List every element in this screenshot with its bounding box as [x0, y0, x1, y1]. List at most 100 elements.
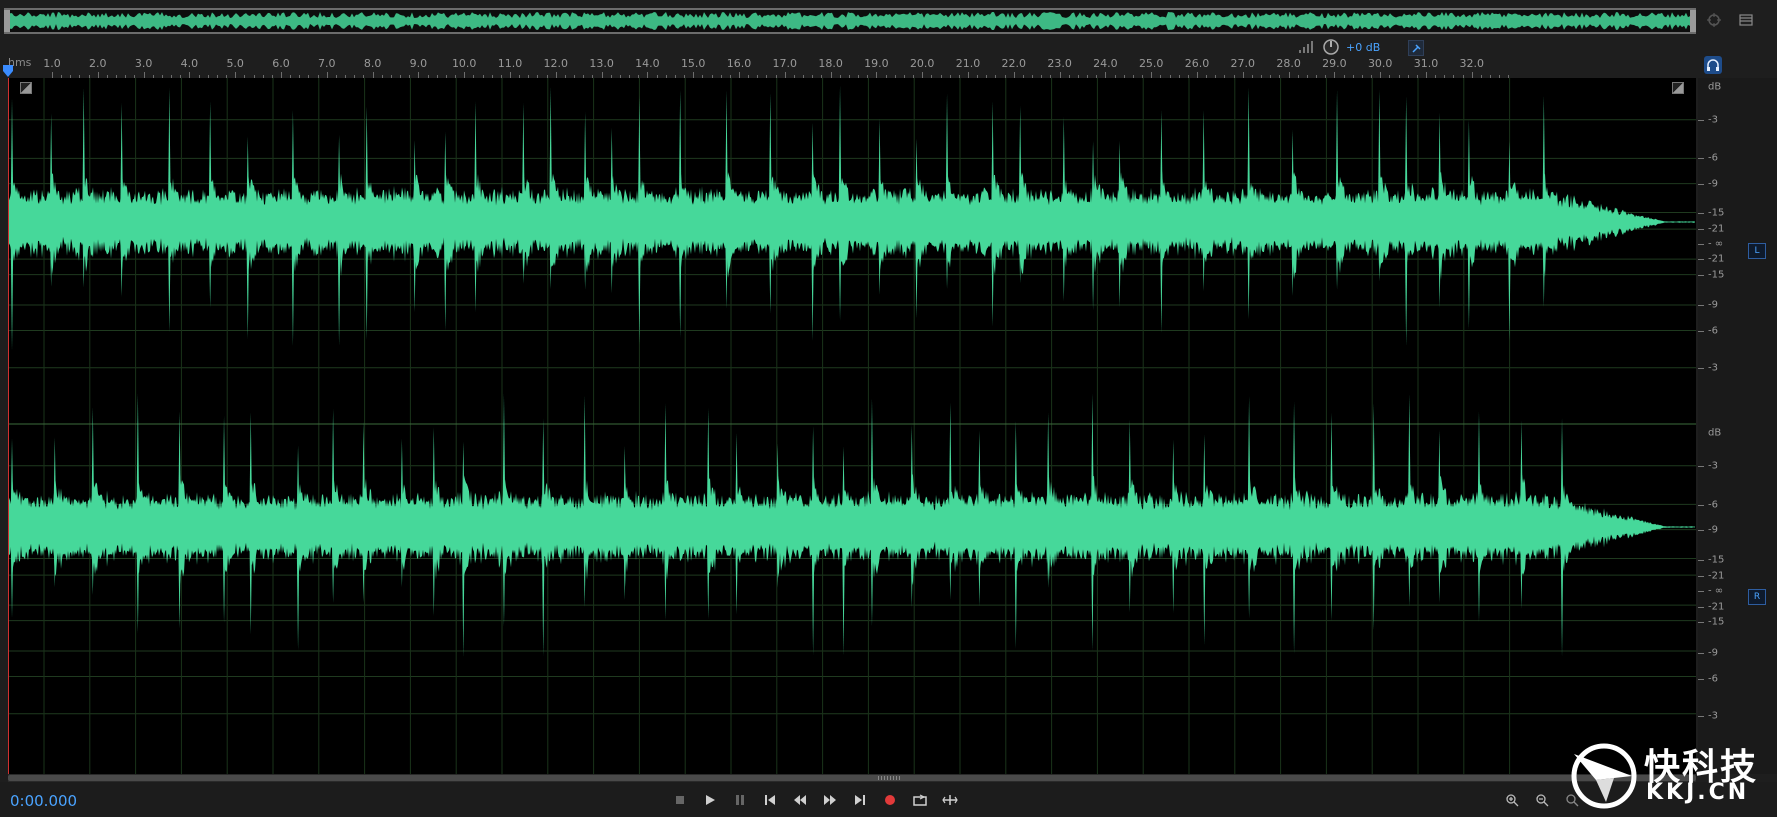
playhead-marker-icon[interactable]	[2, 64, 14, 78]
left-db-tick	[1698, 330, 1704, 332]
go-to-end-button[interactable]	[848, 788, 872, 812]
transport-controls	[668, 788, 962, 812]
ruler-tick-label: 16.0	[726, 57, 752, 70]
ruler-tick-label: 1.0	[43, 57, 61, 70]
pause-button[interactable]	[728, 788, 752, 812]
right-channel-transient-spike	[1477, 411, 1481, 622]
overview-right-handle[interactable]	[1690, 10, 1696, 32]
overview-left-handle[interactable]	[4, 10, 10, 32]
right-db-tick	[1698, 716, 1704, 718]
waveform-editor[interactable]	[8, 78, 1696, 774]
zoom-in-amplitude-icon	[1506, 794, 1519, 807]
right-db-tick	[1698, 678, 1704, 680]
right-channel-badge[interactable]: R	[1748, 589, 1766, 605]
play-button[interactable]	[698, 788, 722, 812]
go-to-start-button[interactable]	[758, 788, 782, 812]
current-time-display[interactable]: 0:00.000	[10, 792, 77, 810]
ruler-tick-label: 20.0	[909, 57, 935, 70]
left-channel-transient-spike	[120, 102, 124, 297]
watermark-logo: 快科技 KKJ.CN	[1566, 736, 1776, 816]
right-db-label: -6	[1708, 499, 1718, 511]
left-channel-badge[interactable]: L	[1748, 243, 1766, 259]
headphone-icon[interactable]	[1704, 56, 1722, 74]
horizontal-scrollbar[interactable]	[8, 774, 1696, 782]
left-db-tick	[1698, 229, 1704, 231]
right-db-tick	[1698, 559, 1704, 561]
ruler-tick-label: 13.0	[589, 57, 614, 70]
right-channel-transient-spike	[331, 408, 335, 603]
scrollbar-grip[interactable]	[878, 776, 902, 780]
right-db-tick	[1698, 530, 1704, 532]
left-channel-transient-spike	[1118, 141, 1122, 308]
left-channel-transient-spike	[291, 110, 295, 347]
right-db-tick	[1698, 466, 1704, 468]
ruler-tick-label: 26.0	[1184, 57, 1210, 70]
ruler-tick-label: 14.0	[635, 57, 660, 70]
ruler-tick-label: 25.0	[1138, 57, 1164, 70]
left-db-tick	[1698, 243, 1704, 245]
right-db-label: -15	[1708, 554, 1725, 566]
loop-button[interactable]	[908, 788, 932, 812]
waveform-graphic	[8, 78, 1696, 774]
right-channel-transient-spike	[842, 446, 846, 656]
right-db-label: -6	[1708, 673, 1718, 685]
record-button[interactable]	[878, 788, 902, 812]
playhead-line[interactable]	[8, 78, 9, 774]
right-channel-transient-spike	[663, 403, 667, 620]
fade-out-handle-icon[interactable]	[1672, 82, 1684, 94]
left-channel-transient-spike	[1247, 87, 1251, 320]
rewind-button[interactable]	[788, 788, 812, 812]
fast-forward-icon	[824, 795, 836, 805]
right-channel-transient-spike	[91, 407, 95, 595]
overview-waveform[interactable]	[4, 8, 1696, 34]
right-channel-transient-spike	[1407, 393, 1411, 607]
right-channel-transient-spike	[296, 445, 300, 651]
zoom-navigator-icon[interactable]	[1706, 12, 1722, 28]
left-channel-transient-spike	[768, 93, 772, 314]
left-channel-transient-spike	[337, 134, 341, 346]
ruler-tick-label: 24.0	[1093, 57, 1118, 70]
stop-icon	[676, 796, 684, 804]
right-db-label: -15	[1708, 616, 1725, 628]
ruler-tick-label: 4.0	[180, 57, 199, 70]
right-db-tick	[1698, 591, 1704, 593]
right-db-tick	[1698, 652, 1704, 654]
left-db-tick	[1698, 367, 1704, 369]
ruler-tick-label: 22.0	[1001, 57, 1027, 70]
right-channel-transient-spike	[706, 408, 710, 619]
left-db-tick	[1698, 158, 1704, 160]
ruler-tick-label: 15.0	[680, 57, 706, 70]
right-channel-transient-spike	[136, 393, 140, 634]
left-channel-transient-spike	[1507, 141, 1511, 341]
left-channel-transient-spike	[413, 140, 417, 313]
left-channel-transient-spike	[1404, 96, 1408, 347]
stop-button[interactable]	[668, 788, 692, 812]
scrollbar-thumb[interactable]	[8, 775, 1696, 781]
left-channel-transient-spike	[725, 90, 729, 309]
left-channel-transient-spike	[246, 136, 250, 340]
right-channel-transient-spike	[977, 430, 981, 607]
left-db-tick	[1698, 119, 1704, 121]
left-db-label: -3	[1708, 114, 1718, 126]
signal-icon	[1299, 41, 1313, 53]
right-db-label: -21	[1708, 601, 1725, 613]
fade-in-handle-icon[interactable]	[20, 82, 32, 94]
ruler-tick-label: 29.0	[1322, 57, 1347, 70]
panel-menu-icon[interactable]	[1738, 12, 1754, 28]
left-channel-transient-spike	[1091, 141, 1095, 311]
right-db-label: -9	[1708, 647, 1718, 659]
volume-value: +0 dB	[1346, 40, 1381, 54]
ruler-tick-label: 28.0	[1276, 57, 1301, 70]
right-db-tick	[1698, 622, 1704, 624]
left-db-label: -15	[1708, 207, 1725, 219]
left-channel-transient-spike	[838, 85, 842, 321]
fast-forward-button[interactable]	[818, 788, 842, 812]
kkj-logo-icon	[1571, 743, 1637, 809]
zoom-out-amplitude-button[interactable]	[1530, 788, 1554, 812]
transport-bar: 0:00.000	[0, 782, 1777, 817]
skip-selection-button[interactable]	[938, 788, 962, 812]
time-ruler[interactable]: hms 1.0 2.0 3.0 4.0 5.0 6.0 7.0 8.0 9.0 10.0 11.0 1…	[3, 54, 1696, 78]
ruler-tick-label: 7.0	[318, 57, 336, 70]
zoom-in-amplitude-button[interactable]	[1500, 788, 1524, 812]
ruler-tick-label: 30.0	[1367, 57, 1393, 70]
